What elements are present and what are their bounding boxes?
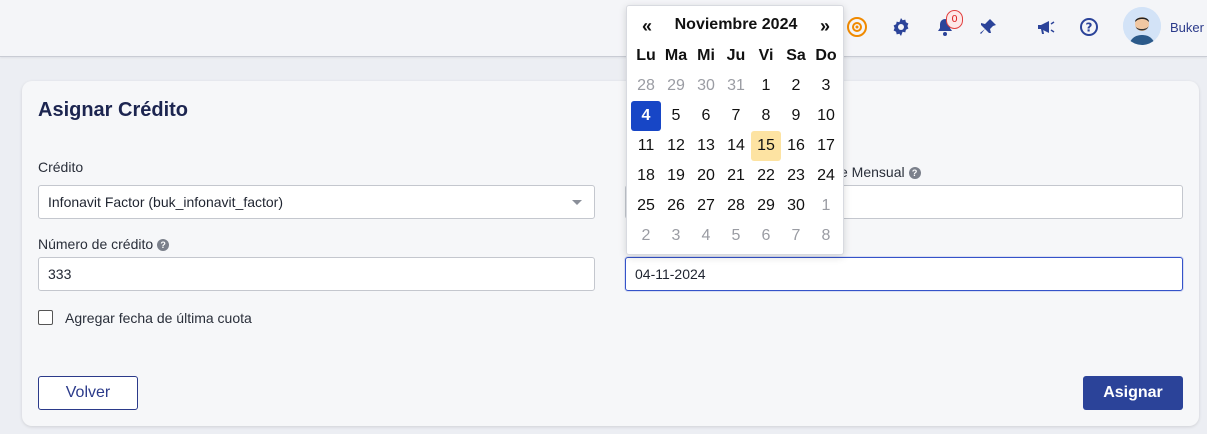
help-icon: ?: [908, 167, 921, 180]
day-cell[interactable]: 20: [691, 161, 721, 191]
day-cell[interactable]: 12: [661, 131, 691, 161]
day-cell[interactable]: 7: [721, 101, 751, 131]
credito-select-value: Infonavit Factor (buk_infonavit_factor): [48, 194, 284, 210]
user-name[interactable]: Buker: [1170, 20, 1204, 35]
weekday-label: Ju: [726, 47, 746, 64]
pin-icon[interactable]: [975, 14, 1001, 40]
ultima-cuota-label[interactable]: Agregar fecha de última cuota: [65, 310, 252, 326]
numero-credito-value: 333: [48, 266, 72, 282]
day-cell[interactable]: 24: [811, 161, 841, 191]
fecha-value: 04-11-2024: [635, 266, 706, 282]
day-cell[interactable]: 29: [661, 71, 691, 101]
day-cell[interactable]: 30: [781, 191, 811, 221]
day-cell[interactable]: 7: [781, 221, 811, 251]
day-cell[interactable]: 28: [631, 71, 661, 101]
day-cell[interactable]: 1: [811, 191, 841, 221]
page-title: Asignar Crédito: [38, 99, 189, 121]
day-cell[interactable]: 22: [751, 161, 781, 191]
weekday-label: Do: [815, 47, 837, 64]
day-cell[interactable]: 5: [661, 101, 691, 131]
week-row: 18 19 20 21 22 23 24: [631, 161, 841, 191]
gear-icon[interactable]: [888, 14, 914, 40]
day-cell[interactable]: 31: [721, 71, 751, 101]
fecha-input[interactable]: 04-11-2024: [625, 257, 1183, 291]
day-cell[interactable]: 10: [811, 101, 841, 131]
assign-button[interactable]: Asignar: [1083, 376, 1183, 410]
day-cell[interactable]: 16: [781, 131, 811, 161]
week-row: 25 26 27 28 29 30 1: [631, 191, 841, 221]
day-cell[interactable]: 17: [811, 131, 841, 161]
datepicker: « Noviembre 2024 » Lu Ma Mi Ju Vi Sa Do …: [626, 5, 844, 255]
day-cell[interactable]: 27: [691, 191, 721, 221]
day-cell[interactable]: 6: [751, 221, 781, 251]
day-cell[interactable]: 25: [631, 191, 661, 221]
datepicker-header: « Noviembre 2024 »: [627, 14, 845, 38]
credito-label: Crédito: [38, 159, 84, 175]
numero-label-text: Número de crédito: [38, 236, 154, 252]
day-cell[interactable]: 21: [721, 161, 751, 191]
day-cell[interactable]: 2: [631, 221, 661, 251]
megaphone-icon[interactable]: [1032, 14, 1058, 40]
credito-select[interactable]: Infonavit Factor (buk_infonavit_factor): [38, 185, 595, 219]
day-cell[interactable]: 26: [661, 191, 691, 221]
day-cell[interactable]: 8: [811, 221, 841, 251]
day-cell[interactable]: 23: [781, 161, 811, 191]
week-row: 4 5 6 7 8 9 10: [631, 101, 841, 131]
next-month-button[interactable]: »: [813, 14, 837, 38]
weekday-row: Lu Ma Mi Ju Vi Sa Do: [631, 41, 841, 71]
top-bar: 0 ? Buker: [0, 0, 1207, 57]
assign-credit-card: Asignar Crédito Crédito Infonavit Factor…: [22, 81, 1199, 426]
broadcast-icon[interactable]: [844, 14, 870, 40]
day-cell[interactable]: 29: [751, 191, 781, 221]
day-cell[interactable]: 11: [631, 131, 661, 161]
day-cell-selected[interactable]: 4: [631, 101, 661, 131]
avatar[interactable]: [1123, 7, 1161, 45]
day-cell[interactable]: 30: [691, 71, 721, 101]
monto-label: e Mensual?: [840, 164, 921, 180]
svg-text:?: ?: [1086, 21, 1093, 35]
week-row: 2 3 4 5 6 7 8: [631, 221, 841, 251]
day-cell[interactable]: 1: [751, 71, 781, 101]
week-row: 28 29 30 31 1 2 3: [631, 71, 841, 101]
day-cell[interactable]: 8: [751, 101, 781, 131]
day-cell[interactable]: 6: [691, 101, 721, 131]
monto-label-text: e Mensual: [840, 164, 905, 180]
weekday-label: Sa: [786, 47, 806, 64]
back-button[interactable]: Volver: [38, 376, 138, 410]
day-cell[interactable]: 9: [781, 101, 811, 131]
day-cell[interactable]: 5: [721, 221, 751, 251]
weekday-label: Vi: [758, 47, 774, 64]
chevron-down-icon: [572, 200, 582, 205]
datepicker-grid: Lu Ma Mi Ju Vi Sa Do 28 29 30 31 1 2 3 4…: [631, 41, 841, 251]
weekday-label: Mi: [697, 47, 715, 64]
notification-badge: 0: [946, 10, 963, 29]
weekday-label: Ma: [664, 47, 688, 64]
weekday-label: Lu: [636, 47, 656, 64]
day-cell[interactable]: 3: [661, 221, 691, 251]
numero-label: Número de crédito?: [38, 236, 170, 252]
day-cell[interactable]: 28: [721, 191, 751, 221]
ultima-cuota-checkbox[interactable]: [38, 310, 53, 325]
numero-credito-input[interactable]: 333: [38, 257, 595, 291]
day-cell[interactable]: 3: [811, 71, 841, 101]
week-row: 11 12 13 14 15 16 17: [631, 131, 841, 161]
help-icon: ?: [157, 239, 170, 252]
day-cell[interactable]: 13: [691, 131, 721, 161]
day-cell[interactable]: 19: [661, 161, 691, 191]
help-icon[interactable]: ?: [1076, 14, 1102, 40]
day-cell[interactable]: 18: [631, 161, 661, 191]
day-cell[interactable]: 2: [781, 71, 811, 101]
day-cell-today[interactable]: 15: [751, 131, 781, 161]
day-cell[interactable]: 14: [721, 131, 751, 161]
day-cell[interactable]: 4: [691, 221, 721, 251]
